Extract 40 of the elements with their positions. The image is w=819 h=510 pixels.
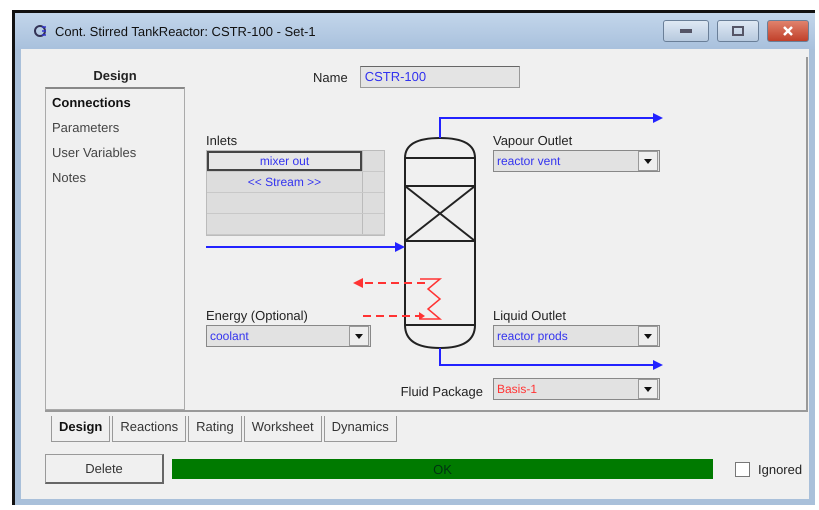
caret-icon (644, 386, 652, 392)
close-button[interactable] (767, 20, 809, 42)
energy-label: Energy (Optional) (206, 308, 308, 323)
status-bar: OK (172, 459, 713, 479)
ignored-label: Ignored (758, 462, 802, 476)
maximize-button[interactable] (717, 20, 759, 42)
liquid-outlet-dropdown[interactable]: reactor prods (493, 325, 660, 347)
energy-out-arrow (353, 278, 425, 288)
minimize-icon (680, 29, 692, 33)
energy-in-arrow (363, 312, 425, 320)
delete-button[interactable]: Delete (45, 454, 164, 484)
tab[interactable]: Design (51, 416, 110, 442)
tab[interactable]: Dynamics (324, 416, 397, 442)
tab[interactable]: Rating (188, 416, 242, 442)
energy-dropdown[interactable]: coolant (206, 325, 371, 347)
liquid-outlet-label: Liquid Outlet (493, 308, 566, 323)
tab[interactable]: Reactions (112, 416, 186, 442)
fluid-package-label: Fluid Package (400, 384, 483, 399)
sidebar-item[interactable]: Connections (52, 95, 178, 110)
inlet-stream-cell[interactable]: << Stream >> (207, 172, 362, 192)
window-title: Cont. Stirred TankReactor: CSTR-100 - Set-1 (55, 24, 317, 38)
tab[interactable]: Worksheet (244, 416, 322, 442)
ignored-checkbox[interactable] (735, 462, 750, 476)
maximize-icon (732, 26, 744, 36)
app-icon (33, 24, 47, 38)
name-field[interactable]: CSTR-100 (360, 66, 520, 88)
caret-icon (644, 158, 652, 164)
sidebar-item[interactable]: User Variables (52, 145, 178, 160)
minimize-button[interactable] (663, 20, 709, 42)
name-label: Name (313, 70, 348, 84)
sidebar-item[interactable]: Parameters (52, 120, 178, 135)
inlet-stream-cell[interactable]: mixer out (207, 151, 362, 171)
sidebar-item[interactable]: Notes (52, 170, 178, 185)
vapour-outlet-dropdown[interactable]: reactor vent (493, 150, 660, 172)
vapour-outlet-label: Vapour Outlet (493, 133, 572, 148)
sidebar-heading: Design (92, 67, 138, 85)
close-icon (782, 25, 794, 37)
caret-icon (355, 334, 363, 338)
caret-icon (644, 334, 652, 338)
inlets-label: Inlets (206, 133, 238, 148)
